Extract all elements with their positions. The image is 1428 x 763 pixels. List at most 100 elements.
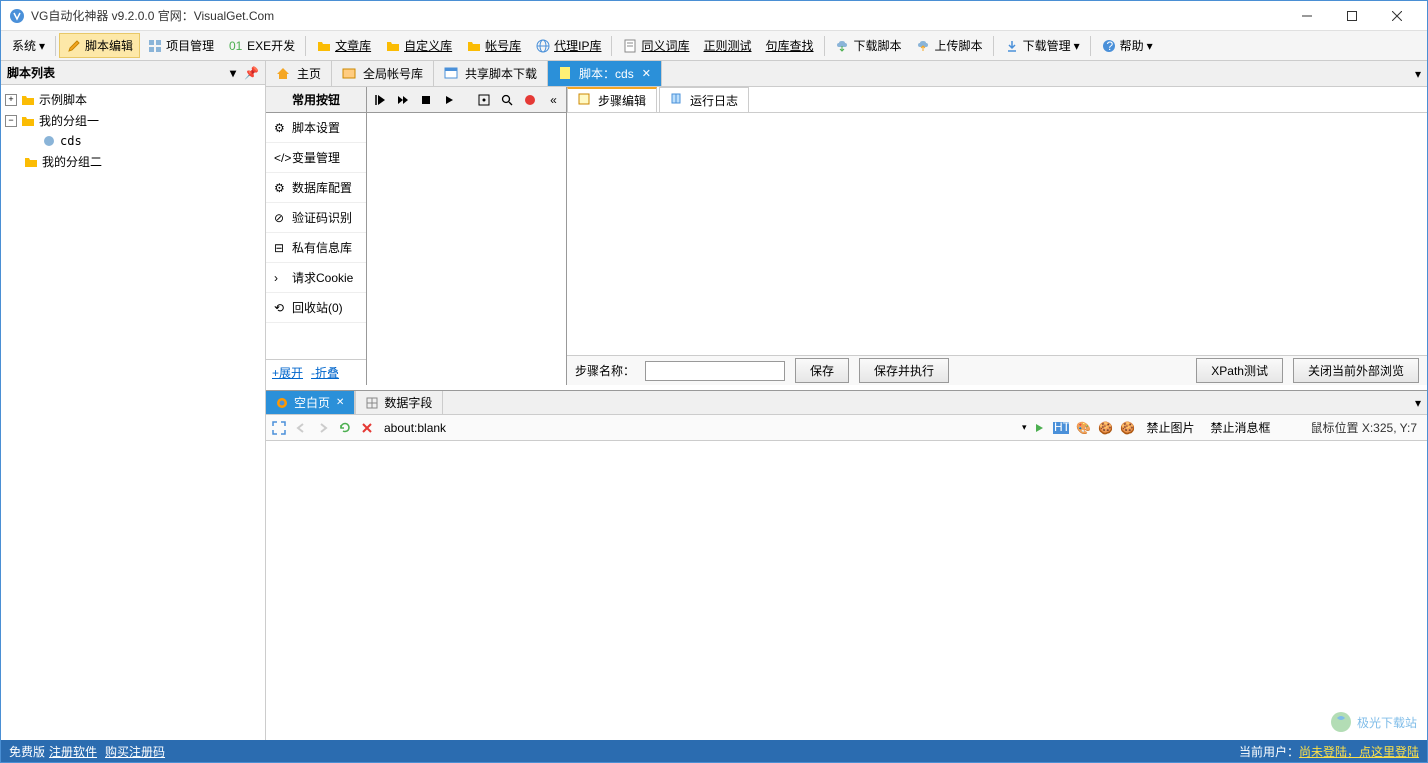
sidebar-item-var-mgmt[interactable]: </>变量管理 [266, 143, 366, 173]
stop-load-icon[interactable] [358, 419, 376, 437]
sentence-lookup-button[interactable]: 句库查找 [759, 33, 821, 58]
script-list-panel: 脚本列表 ▾ 📌 + 示例脚本 − 我的分组一 cds [1, 61, 266, 740]
collapse-toolbar-icon[interactable]: « [545, 91, 562, 109]
folder-icon [385, 38, 401, 54]
close-icon[interactable]: ✕ [336, 397, 344, 408]
browser-tab-blank[interactable]: 空白页✕ [266, 391, 355, 414]
buy-link[interactable]: 购买注册码 [105, 743, 165, 760]
system-menu[interactable]: 系统▾ [5, 33, 52, 58]
tabs-dropdown[interactable]: ▾ [1409, 61, 1427, 86]
step-canvas[interactable] [567, 113, 1427, 355]
step-list[interactable] [367, 113, 566, 385]
svg-text:HTML: HTML [1054, 422, 1069, 434]
url-dropdown-icon[interactable]: ▾ [1022, 422, 1027, 433]
browser-tabs-dropdown[interactable]: ▾ [1409, 391, 1427, 414]
palette-icon[interactable]: 🎨 [1074, 419, 1092, 437]
folder-icon [316, 38, 332, 54]
project-mgmt-button[interactable]: 项目管理 [140, 33, 221, 58]
article-lib-button[interactable]: 文章库 [309, 33, 378, 58]
custom-lib-button[interactable]: 自定义库 [378, 33, 459, 58]
help-button[interactable]: ?帮助▾ [1094, 33, 1160, 58]
table-icon [366, 397, 380, 409]
back-icon[interactable] [292, 419, 310, 437]
expand-icon[interactable]: + [5, 94, 17, 106]
stop-icon[interactable] [417, 91, 434, 109]
status-bar: 免费版 注册软件 购买注册码 当前用户： 尚未登陆，点这里登陆 [1, 740, 1427, 762]
firefox-icon [276, 397, 290, 409]
collapse-icon[interactable]: − [5, 115, 17, 127]
play-start-icon[interactable] [371, 91, 388, 109]
tree-node-example[interactable]: + 示例脚本 [5, 89, 261, 110]
help-icon: ? [1101, 38, 1117, 54]
disable-msgbox-toggle[interactable]: 禁止消息框 [1204, 419, 1276, 436]
fullscreen-icon[interactable] [270, 419, 288, 437]
exe-dev-button[interactable]: 01EXE开发 [221, 33, 302, 58]
save-exec-button[interactable]: 保存并执行 [859, 358, 949, 383]
tab-shared-download[interactable]: 共享脚本下载 [434, 61, 548, 86]
close-button[interactable] [1374, 2, 1419, 30]
maximize-button[interactable] [1329, 2, 1374, 30]
sidebar-item-recycle[interactable]: ⟲回收站(0) [266, 293, 366, 323]
document-tabs: 主页 全局帐号库 共享脚本下载 脚本：cds✕ ▾ [266, 61, 1427, 87]
tab-script-cds[interactable]: 脚本：cds✕ [548, 61, 662, 86]
pin-icon[interactable]: 📌 [244, 66, 259, 80]
panel-dropdown[interactable]: ▾ [230, 66, 236, 80]
url-input[interactable] [380, 419, 940, 437]
sidebar-head: 常用按钮 [266, 87, 366, 113]
script-edit-button[interactable]: 脚本编辑 [59, 33, 140, 58]
collapse-all-link[interactable]: -折叠 [311, 364, 339, 381]
play-icon[interactable] [440, 91, 457, 109]
tree-node-cds[interactable]: cds [5, 131, 261, 151]
download-script-button[interactable]: 下载脚本 [828, 33, 909, 58]
synonym-lib-button[interactable]: 同义词库 [615, 33, 696, 58]
login-link[interactable]: 尚未登陆，点这里登陆 [1299, 743, 1419, 760]
watermark: 极光下载站 [1329, 710, 1417, 734]
account-lib-button[interactable]: 帐号库 [459, 33, 528, 58]
refresh-icon[interactable] [336, 419, 354, 437]
record-icon[interactable] [522, 91, 539, 109]
minimize-button[interactable] [1284, 2, 1329, 30]
go-icon[interactable] [1030, 419, 1048, 437]
save-button[interactable]: 保存 [795, 358, 849, 383]
cookie2-icon[interactable]: 🍪 [1118, 419, 1136, 437]
svg-text:?: ? [1106, 39, 1113, 53]
step-name-label: 步骤名称： [575, 362, 635, 379]
close-ext-browser-button[interactable]: 关闭当前外部浏览 [1293, 358, 1419, 383]
tree-node-group1[interactable]: − 我的分组一 [5, 110, 261, 131]
forward-icon[interactable] [314, 419, 332, 437]
proxy-lib-button[interactable]: 代理IP库 [528, 33, 608, 58]
book-icon [670, 92, 686, 108]
cookie1-icon[interactable]: 🍪 [1096, 419, 1114, 437]
binary-icon: 01 [228, 38, 244, 54]
tab-global-accounts[interactable]: 全局帐号库 [332, 61, 434, 86]
titlebar: VG自动化神器 v9.2.0.0 官网：VisualGet.Com [1, 1, 1427, 31]
tab-home[interactable]: 主页 [266, 61, 332, 86]
expand-all-link[interactable]: +展开 [272, 364, 303, 381]
window-icon [444, 66, 460, 82]
xpath-test-button[interactable]: XPath测试 [1196, 358, 1283, 383]
download-mgmt-button[interactable]: 下载管理▾ [997, 33, 1087, 58]
sidebar-item-request-cookie[interactable]: ›请求Cookie [266, 263, 366, 293]
html-icon[interactable]: HTML [1052, 419, 1070, 437]
close-tab-icon[interactable]: ✕ [642, 67, 651, 80]
subtab-step-edit[interactable]: 步骤编辑 [567, 87, 657, 112]
sidebar-item-db-config[interactable]: ⚙数据库配置 [266, 173, 366, 203]
subtab-run-log[interactable]: 运行日志 [659, 87, 749, 112]
fast-forward-icon[interactable] [394, 91, 411, 109]
upload-script-button[interactable]: 上传脚本 [909, 33, 990, 58]
regex-test-button[interactable]: 正则测试 [697, 33, 759, 58]
tree-node-group2[interactable]: 我的分组二 [5, 151, 261, 172]
sidebar-item-captcha[interactable]: ⊘验证码识别 [266, 203, 366, 233]
step-footer: 步骤名称： 保存 保存并执行 XPath测试 关闭当前外部浏览 [567, 355, 1427, 385]
disable-img-toggle[interactable]: 禁止图片 [1140, 419, 1200, 436]
step-name-input[interactable] [645, 361, 785, 381]
sidebar-item-script-settings[interactable]: ⚙脚本设置 [266, 113, 366, 143]
edition-label: 免费版 [9, 743, 45, 760]
browser-viewport[interactable]: 极光下载站 [266, 441, 1427, 740]
sidebar-item-private-info[interactable]: ⊟私有信息库 [266, 233, 366, 263]
register-link[interactable]: 注册软件 [49, 743, 97, 760]
target-icon[interactable] [475, 91, 492, 109]
search-icon[interactable] [499, 91, 516, 109]
browser-tab-data-fields[interactable]: 数据字段 [355, 391, 443, 414]
browser-toolbar: ▾ HTML 🎨 🍪 🍪 禁止图片 禁止消息框 鼠标位置 X:325, Y:7 [266, 415, 1427, 441]
